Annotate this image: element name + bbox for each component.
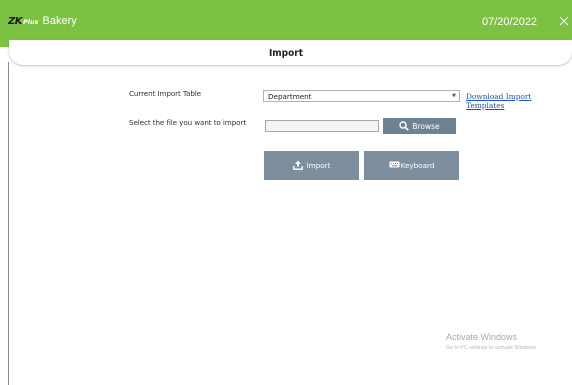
keyboard-label: Keyboard <box>400 161 435 170</box>
current-date: 07/20/2022 <box>482 16 538 28</box>
close-icon[interactable] <box>558 13 570 27</box>
logo-zk: ZK <box>8 16 23 27</box>
search-icon <box>399 121 410 131</box>
download-templates-link[interactable]: Download Import Templates <box>466 92 572 110</box>
import-button[interactable]: Import <box>264 151 359 180</box>
import-table-label: Current Import Table <box>129 89 202 98</box>
activation-watermark-subtitle: Go to PC settings to activate Windows. <box>446 345 538 351</box>
file-select-label: Select the file you want to import <box>129 118 247 127</box>
logo-plus: Plus <box>23 18 39 26</box>
keyboard-icon <box>389 161 400 170</box>
file-path-input[interactable] <box>265 120 379 132</box>
page-title: Import <box>268 48 304 59</box>
browse-label: Browse <box>412 121 440 131</box>
chevron-down-icon: ▼ <box>452 93 456 99</box>
app-name: Bakery <box>42 15 77 27</box>
upload-icon <box>292 160 303 172</box>
activation-watermark-title: Activate Windows <box>446 332 518 342</box>
import-table-value: Department <box>268 92 312 101</box>
content-border <box>8 62 9 385</box>
app-logo: ZK Plus Bakery <box>8 15 77 31</box>
keyboard-button[interactable]: Keyboard <box>364 151 459 180</box>
import-label: Import <box>306 161 331 170</box>
import-table-select[interactable]: Department ▼ <box>263 90 460 102</box>
browse-button[interactable]: Browse <box>383 118 456 134</box>
